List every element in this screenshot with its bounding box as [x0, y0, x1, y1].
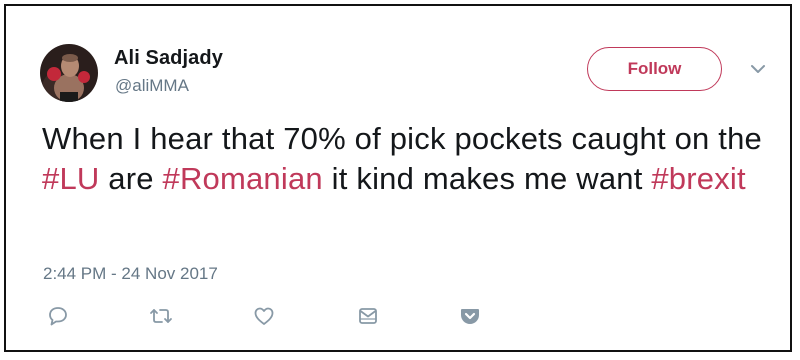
direct-message-icon[interactable]	[356, 304, 380, 328]
chevron-down-icon[interactable]	[748, 62, 768, 76]
tweet-card: Ali Sadjady @aliMMA Follow When I hear t…	[4, 4, 792, 352]
hashtag-link[interactable]: #brexit	[651, 161, 745, 196]
pocket-save-icon[interactable]	[458, 304, 482, 328]
tweet-text-segment: are	[99, 161, 163, 196]
tweet-text-segment: it kind makes me want	[322, 161, 652, 196]
author-handle[interactable]: @aliMMA	[115, 76, 189, 96]
retweet-icon[interactable]	[149, 304, 173, 328]
like-icon[interactable]	[252, 304, 276, 328]
tweet-actions	[6, 304, 790, 334]
hashtag-link[interactable]: #Romanian	[163, 161, 323, 196]
tweet-text-segment: When I hear that 70% of pick pockets cau…	[42, 121, 762, 156]
tweet-text: When I hear that 70% of pick pockets cau…	[42, 119, 762, 199]
follow-button[interactable]: Follow	[587, 47, 722, 91]
author-name[interactable]: Ali Sadjady	[114, 47, 223, 70]
avatar-photo	[40, 44, 98, 102]
hashtag-link[interactable]: #LU	[42, 161, 99, 196]
reply-icon[interactable]	[46, 304, 70, 328]
avatar[interactable]	[40, 44, 98, 102]
tweet-timestamp[interactable]: 2:44 PM - 24 Nov 2017	[43, 264, 218, 284]
